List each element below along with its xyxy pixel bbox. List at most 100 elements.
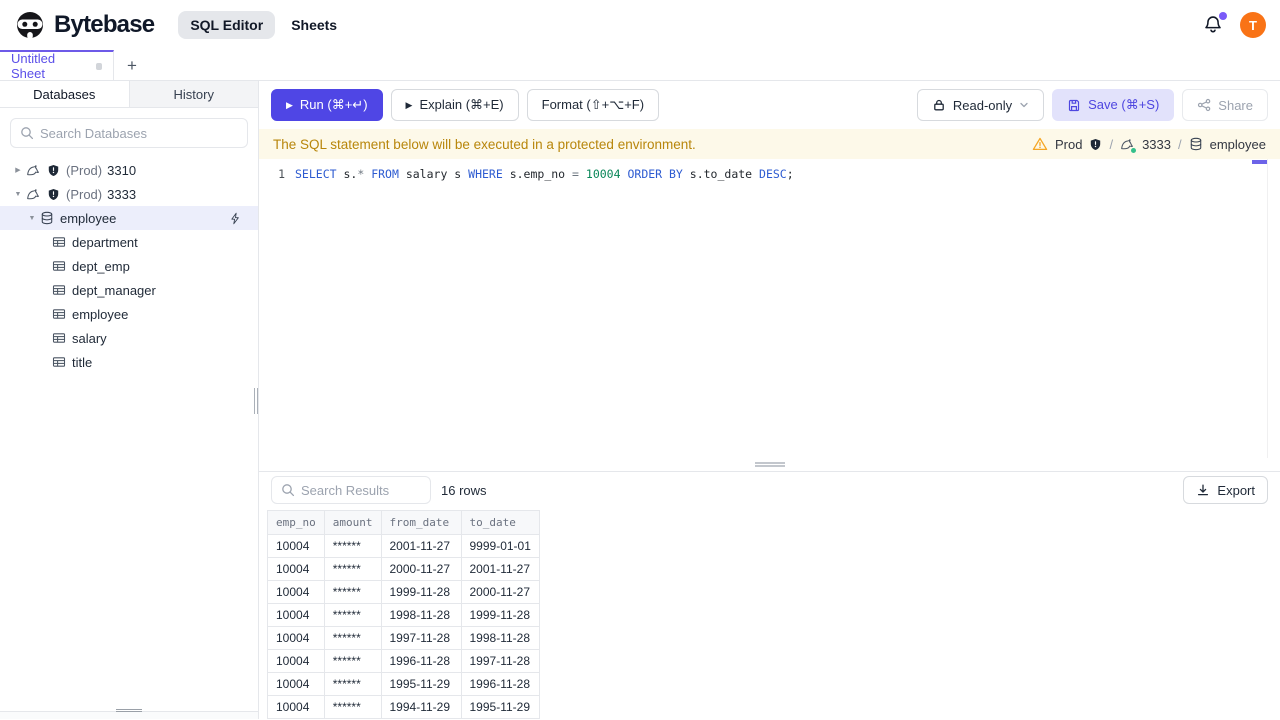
table-row[interactable]: 10004 ****** 1998-11-28 1999-11-28 <box>267 603 540 627</box>
table-cell[interactable]: ****** <box>323 695 382 719</box>
sql-token: FROM <box>371 167 399 181</box>
column-header-emp_no[interactable]: emp_no <box>267 510 325 535</box>
table-cell[interactable]: 1996-11-28 <box>460 672 540 696</box>
brand-wordmark: Bytebase <box>54 11 155 38</box>
lightning-icon[interactable] <box>229 212 242 225</box>
nav-sql-editor[interactable]: SQL Editor <box>178 11 276 39</box>
protected-environment-banner: The SQL statement below will be executed… <box>259 129 1280 159</box>
results-grid: emp_no amount from_date to_date 10004 ******… <box>259 508 1280 719</box>
sql-editor[interactable]: 1 SELECT s.* FROM salary s WHERE s.emp_n… <box>259 159 1280 458</box>
column-header-amount[interactable]: amount <box>323 510 382 535</box>
table-cell[interactable]: 1999-11-28 <box>380 580 462 604</box>
table-cell[interactable]: 1998-11-28 <box>460 626 540 650</box>
table-cell[interactable]: 1997-11-28 <box>460 649 540 673</box>
table-name: salary <box>72 330 107 346</box>
table-row[interactable]: 10004 ****** 1996-11-28 1997-11-28 <box>267 649 540 673</box>
tree-table-employee[interactable]: employee <box>0 302 258 326</box>
nav-sheets[interactable]: Sheets <box>291 17 337 33</box>
sidebar-bottom-resize-handle[interactable] <box>0 709 258 719</box>
sql-code-line[interactable]: SELECT s.* FROM salary s WHERE s.emp_no … <box>295 165 794 184</box>
results-panel-resize-handle[interactable] <box>259 458 1280 472</box>
notification-bell-button[interactable] <box>1202 12 1227 37</box>
instance-name: 3310 <box>107 162 137 178</box>
table-cell[interactable]: 1995-11-29 <box>460 695 540 719</box>
table-cell[interactable]: 1996-11-28 <box>380 649 462 673</box>
table-cell[interactable]: 10004 <box>267 695 325 719</box>
add-sheet-button[interactable]: + <box>114 50 150 80</box>
overview-ruler-cursor-mark <box>1252 160 1267 164</box>
tree-table-dept_manager[interactable]: dept_manager <box>0 278 258 302</box>
column-header-to_date[interactable]: to_date <box>460 510 540 535</box>
format-button[interactable]: Format (⇧+⌥+F) <box>526 89 660 121</box>
instance-name: 3333 <box>107 186 137 202</box>
table-cell[interactable]: 1994-11-29 <box>380 695 462 719</box>
results-table-body: 10004 ****** 2001-11-27 9999-01-01 10004 ****… <box>267 534 540 719</box>
chevron-right-icon[interactable]: ▶ <box>10 166 26 174</box>
tab-history[interactable]: History <box>130 81 259 107</box>
table-row[interactable]: 10004 ****** 1995-11-29 1996-11-28 <box>267 672 540 696</box>
table-icon <box>52 235 66 249</box>
tree-table-title[interactable]: title <box>0 350 258 374</box>
readonly-mode-dropdown[interactable]: Read-only <box>916 89 1045 121</box>
table-row[interactable]: 10004 ****** 1994-11-29 1995-11-29 <box>267 695 540 719</box>
chevron-down-icon[interactable]: ▼ <box>24 215 40 222</box>
tree-table-salary[interactable]: salary <box>0 326 258 350</box>
table-cell[interactable]: 10004 <box>267 557 325 581</box>
table-cell[interactable]: 10004 <box>267 534 325 558</box>
table-cell[interactable]: 2001-11-27 <box>460 557 540 581</box>
table-cell[interactable]: 10004 <box>267 603 325 627</box>
column-header-from_date[interactable]: from_date <box>380 510 462 535</box>
avatar[interactable]: T <box>1240 12 1266 38</box>
database-icon <box>40 211 54 225</box>
save-icon <box>1067 98 1081 112</box>
table-cell[interactable]: 2001-11-27 <box>380 534 462 558</box>
table-cell[interactable]: ****** <box>323 672 382 696</box>
tab-untitled-sheet[interactable]: Untitled Sheet <box>0 50 114 81</box>
search-icon <box>281 483 295 497</box>
chevron-down-icon[interactable]: ▼ <box>10 191 26 198</box>
sheet-tab-bar: Untitled Sheet + <box>0 50 1280 81</box>
table-cell[interactable]: 10004 <box>267 672 325 696</box>
tree-table-dept_emp[interactable]: dept_emp <box>0 254 258 278</box>
table-row[interactable]: 10004 ****** 2001-11-27 9999-01-01 <box>267 534 540 558</box>
sql-token: s. <box>336 167 358 181</box>
search-databases-input[interactable] <box>40 125 238 141</box>
table-cell[interactable]: 10004 <box>267 580 325 604</box>
explain-button[interactable]: ▶ Explain (⌘+E) <box>390 89 519 121</box>
table-cell[interactable]: 10004 <box>267 626 325 650</box>
table-cell[interactable]: 1998-11-28 <box>380 603 462 627</box>
bytebase-logo[interactable]: Bytebase <box>14 9 155 41</box>
tree-instance-3333[interactable]: ▼ (Prod) 3333 <box>0 182 258 206</box>
sidebar-tabs: Databases History <box>0 81 258 108</box>
table-cell[interactable]: 9999-01-01 <box>460 534 540 558</box>
table-cell[interactable]: 1997-11-28 <box>380 626 462 650</box>
table-cell[interactable]: ****** <box>323 603 382 627</box>
table-cell[interactable]: 2000-11-27 <box>380 557 462 581</box>
table-cell[interactable]: ****** <box>323 534 382 558</box>
share-button[interactable]: Share <box>1182 89 1268 121</box>
table-row[interactable]: 10004 ****** 2000-11-27 2001-11-27 <box>267 557 540 581</box>
table-row[interactable]: 10004 ****** 1999-11-28 2000-11-27 <box>267 580 540 604</box>
table-cell[interactable]: 10004 <box>267 649 325 673</box>
tree-instance-3310[interactable]: ▶ (Prod) 3310 <box>0 158 258 182</box>
table-cell[interactable]: ****** <box>323 557 382 581</box>
tree-table-department[interactable]: department <box>0 230 258 254</box>
table-cell[interactable]: 1995-11-29 <box>380 672 462 696</box>
database-search-box <box>10 118 248 148</box>
run-button[interactable]: ▶ Run (⌘+↵) <box>271 89 383 121</box>
table-cell[interactable]: ****** <box>323 580 382 604</box>
sidebar-resize-handle[interactable] <box>254 388 258 414</box>
table-cell[interactable]: ****** <box>323 626 382 650</box>
bytebase-logo-icon <box>17 12 43 39</box>
export-button[interactable]: Export <box>1183 476 1268 504</box>
table-cell[interactable]: ****** <box>323 649 382 673</box>
sidebar: Databases History ▶ (Prod) 3310 ▼ (Prod)… <box>0 81 259 719</box>
sql-token: s.to_date <box>682 167 760 181</box>
tree-database-employee[interactable]: ▼ employee <box>0 206 258 230</box>
tab-databases[interactable]: Databases <box>0 81 130 107</box>
table-row[interactable]: 10004 ****** 1997-11-28 1998-11-28 <box>267 626 540 650</box>
table-cell[interactable]: 1999-11-28 <box>460 603 540 627</box>
save-button[interactable]: Save (⌘+S) <box>1052 89 1175 121</box>
table-cell[interactable]: 2000-11-27 <box>460 580 540 604</box>
warning-icon <box>1032 136 1048 152</box>
